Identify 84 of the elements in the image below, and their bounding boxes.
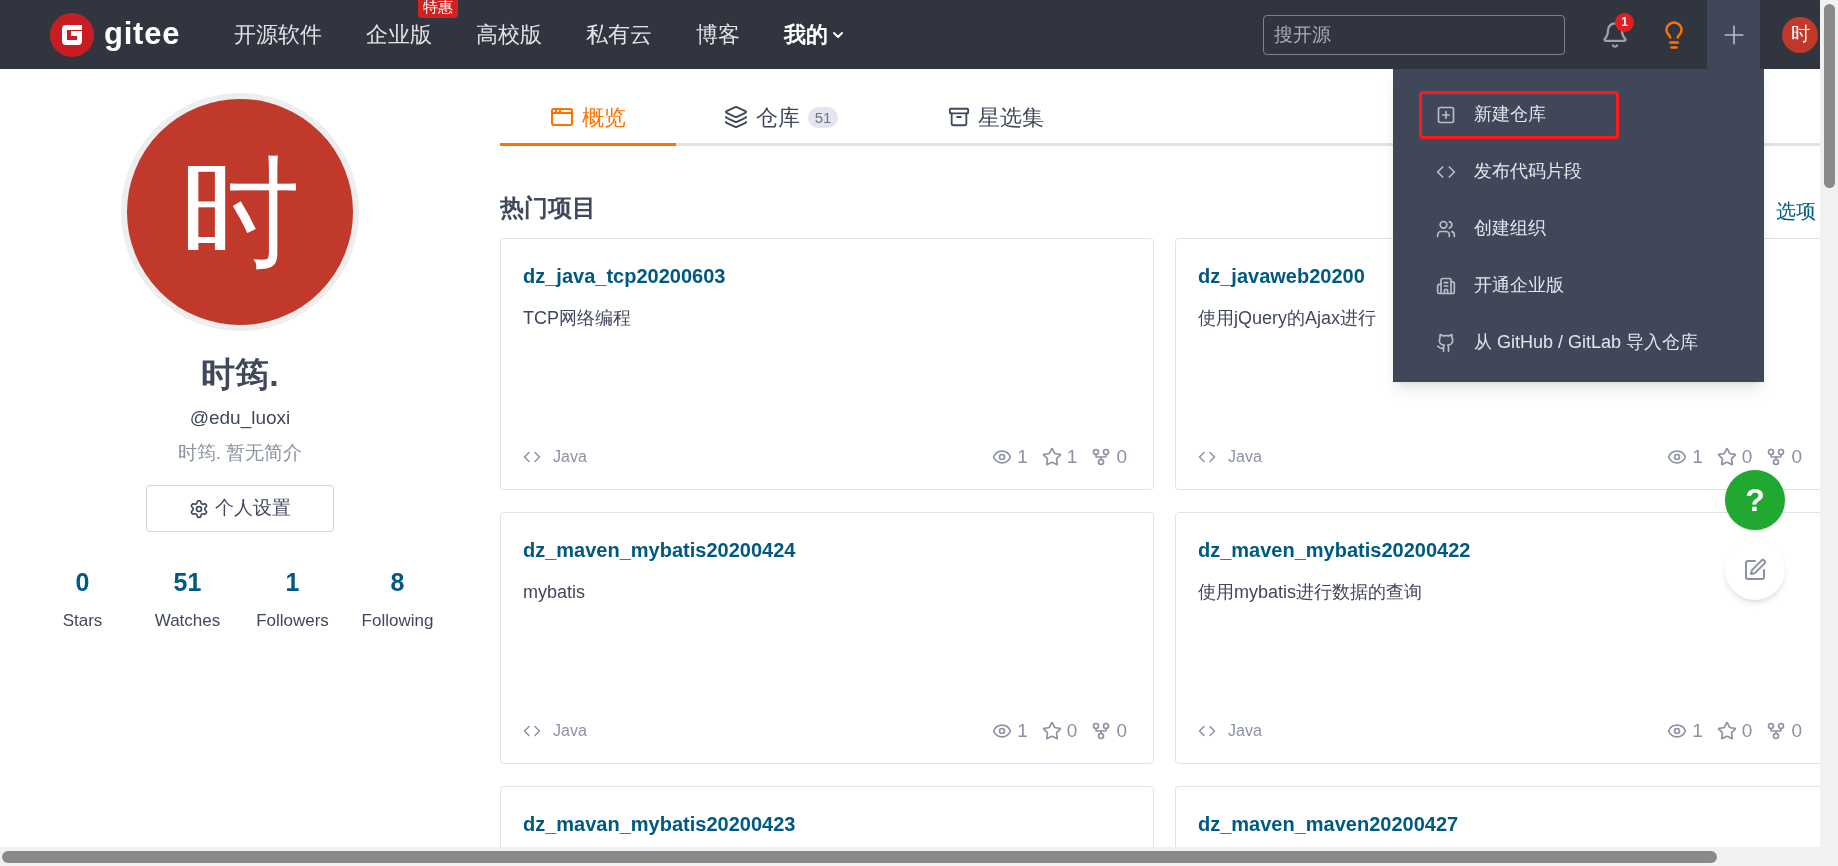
language-label: Java [1228,720,1262,741]
project-description: 使用jQuery的Ajax进行 [1198,307,1377,330]
profile-stat[interactable]: 8 Following [345,564,450,633]
menu-item[interactable]: 发布代码片段 [1419,147,1607,196]
box-icon [948,106,970,128]
search-field[interactable]: 搜开源 [1263,14,1565,55]
stat-value: 1 [285,567,300,598]
settings-icon [189,498,209,519]
nav-link[interactable]: 高校版 [476,18,543,51]
menu-item[interactable]: 从 GitHub / GitLab 导入仓库 [1419,318,1724,367]
edit-icon [1743,558,1767,582]
nav-link[interactable]: 我的 [784,18,847,51]
project-description: mybatis [523,581,585,604]
star-count: 1 [1066,444,1078,469]
stat-label: Stars [62,609,103,632]
fork-icon [1766,720,1787,741]
user-avatar[interactable]: 时 [1782,16,1818,53]
profile-tab[interactable]: 星选集 [886,91,1106,146]
project-title[interactable]: dz_javaweb20200 [1198,261,1365,291]
star-icon [1041,720,1062,741]
star-count: 0 [1066,718,1078,743]
project-title[interactable]: dz_maven_mybatis20200422 [1198,535,1471,565]
fork-count: 0 [1116,718,1127,743]
menu-item[interactable]: 创建组织 [1419,204,1571,253]
nav-link[interactable]: 开源软件 [234,18,323,51]
language-label: Java [553,446,587,467]
profile-stat[interactable]: 0 Stars [30,564,135,633]
star-icon [1716,446,1737,467]
project-title[interactable]: dz_maven_mybatis20200424 [523,535,796,565]
nav-link[interactable]: 企业版 [366,18,433,51]
notification-count: 1 [1615,12,1634,32]
stat-label: Following [361,609,434,632]
watch-count: 1 [1017,444,1028,469]
menu-item[interactable]: 新建仓库 [1419,90,1619,139]
star-count: 0 [1741,444,1753,469]
vertical-scrollbar[interactable] [1820,0,1838,847]
star-icon [1716,720,1737,741]
promo-badge: 特惠 [418,0,459,18]
plus-square-icon [1436,104,1456,125]
profile-handle: @edu_luoxi [189,406,291,431]
stat-value: 51 [173,567,202,598]
logo-icon [50,12,94,57]
project-description: TCP网络编程 [523,307,631,330]
profile-tab[interactable]: 仓库 51 [676,91,886,146]
settings-button[interactable]: 个人设置 [146,485,334,532]
building-icon [1436,275,1456,296]
stat-label: Watches [154,609,221,632]
horizontal-scrollbar[interactable] [0,847,1838,866]
count-badge: 51 [807,106,839,128]
language-label: Java [1228,446,1262,467]
fork-count: 0 [1116,444,1127,469]
project-description: 使用mybatis进行数据的查询 [1198,581,1422,604]
fork-icon [1091,446,1112,467]
add-menu-button[interactable] [1707,0,1760,69]
stat-label: Followers [256,609,329,632]
project-title[interactable]: dz_mavan_mybatis20200423 [523,809,796,839]
profile-stat[interactable]: 1 Followers [240,564,345,633]
profile-avatar: 时 [121,93,359,331]
watch-count: 1 [1692,444,1703,469]
watch-count: 1 [1692,718,1703,743]
profile-stat[interactable]: 51 Watches [135,564,240,633]
logo-text[interactable]: gitee [104,11,181,58]
star-icon [1041,446,1062,467]
project-title[interactable]: dz_maven_maven20200427 [1198,809,1459,839]
github-icon [1436,332,1456,353]
fork-count: 0 [1791,444,1802,469]
menu-item[interactable]: 开通企业版 [1419,261,1589,310]
project-title[interactable]: dz_java_tcp20200603 [523,261,726,291]
watch-count: 1 [1017,718,1028,743]
stack-icon [723,105,748,129]
users-icon [1436,218,1456,239]
stat-value: 0 [75,567,90,598]
stat-value: 8 [390,567,405,598]
profile-bio: 时筠. 暂无简介 [177,440,303,465]
nav-link[interactable]: 私有云 [586,18,653,51]
fork-count: 0 [1791,718,1802,743]
star-count: 0 [1741,718,1753,743]
fork-icon [1766,446,1787,467]
section-heading: 热门项目 [500,193,596,223]
section-link[interactable]: 选项 [1776,196,1816,226]
fork-icon [1091,720,1112,741]
language-label: Java [553,720,587,741]
nav-link[interactable]: 博客 [696,18,741,51]
profile-name: 时筠. [201,354,279,395]
